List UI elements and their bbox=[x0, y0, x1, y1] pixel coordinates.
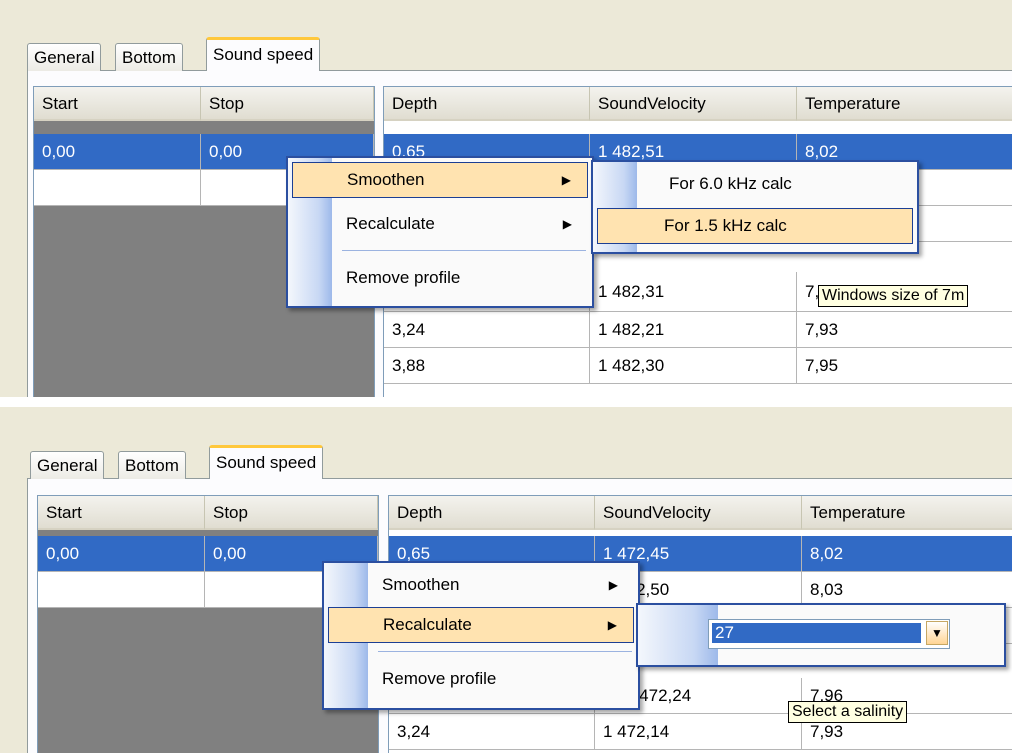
column-header-temperature[interactable]: Temperature bbox=[797, 87, 1012, 121]
submenu-arrow-icon: ▶ bbox=[561, 173, 571, 187]
salinity-combo[interactable]: 27 ▼ bbox=[708, 619, 950, 649]
menu-item-recalculate[interactable]: Recalculate ▶ bbox=[292, 206, 588, 242]
submenu-arrow-icon: ▶ bbox=[607, 618, 617, 632]
depth-cell[interactable]: 3,24 bbox=[384, 312, 590, 348]
menu-item-remove-profile[interactable]: Remove profile bbox=[292, 260, 588, 296]
menu-separator bbox=[378, 651, 632, 652]
soundvelocity-cell[interactable]: 1 482,21 bbox=[590, 312, 797, 348]
column-header-soundvelocity[interactable]: SoundVelocity bbox=[590, 87, 797, 121]
tooltip: Windows size of 7m bbox=[818, 285, 969, 307]
menu-item-1-5khz[interactable]: For 1.5 kHz calc bbox=[597, 208, 913, 244]
menu-item-6khz[interactable]: For 6.0 kHz calc bbox=[597, 166, 913, 202]
screenshot-smoothen: General Bottom Sound speed Start Stop 0,… bbox=[0, 0, 1012, 397]
submenu-arrow-icon: ▶ bbox=[608, 578, 618, 592]
profile-cell-start[interactable]: 0,00 bbox=[34, 134, 201, 170]
profile-cell-start[interactable] bbox=[38, 572, 205, 608]
tab-general[interactable]: General bbox=[30, 451, 105, 479]
salinity-value[interactable]: 27 bbox=[711, 622, 922, 644]
tab-sound-speed[interactable]: Sound speed bbox=[209, 445, 324, 479]
smoothen-submenu: For 6.0 kHz calc For 1.5 kHz calc bbox=[591, 160, 919, 254]
menu-item-label: Recalculate bbox=[383, 615, 472, 634]
menu-item-remove-profile[interactable]: Remove profile bbox=[328, 661, 634, 697]
temperature-cell[interactable]: 7,93 bbox=[797, 312, 1012, 348]
soundvelocity-cell[interactable]: 1 472,14 bbox=[595, 714, 802, 750]
context-menu: Smoothen ▶ Recalculate ▶ Remove profile bbox=[286, 156, 594, 308]
dropdown-arrow-icon[interactable]: ▼ bbox=[926, 621, 948, 645]
recalculate-submenu: 27 ▼ bbox=[636, 603, 1006, 667]
depth-cell[interactable]: 3,88 bbox=[384, 348, 590, 384]
screenshot-recalculate: General Bottom Sound speed Start Stop 0,… bbox=[0, 407, 1012, 753]
column-header-soundvelocity[interactable]: SoundVelocity bbox=[595, 496, 802, 530]
column-header-start[interactable]: Start bbox=[34, 87, 201, 121]
tab-bottom[interactable]: Bottom bbox=[118, 451, 186, 479]
soundvelocity-cell[interactable]: 1 482,30 bbox=[590, 348, 797, 384]
menu-separator bbox=[342, 250, 586, 251]
menu-item-smoothen[interactable]: Smoothen ▶ bbox=[328, 567, 634, 603]
menu-icon-strip bbox=[638, 605, 718, 665]
tab-bottom[interactable]: Bottom bbox=[115, 43, 183, 71]
depth-cell[interactable]: 3,24 bbox=[389, 714, 595, 750]
menu-item-label: Smoothen bbox=[382, 575, 460, 594]
temperature-cell[interactable]: 7,95 bbox=[797, 348, 1012, 384]
menu-item-label: Smoothen bbox=[347, 170, 425, 189]
tab-sound-speed[interactable]: Sound speed bbox=[206, 37, 321, 71]
tooltip: Select a salinity bbox=[788, 701, 908, 723]
profile-cell-start[interactable]: 0,00 bbox=[38, 536, 205, 572]
column-header-depth[interactable]: Depth bbox=[389, 496, 595, 530]
column-header-start[interactable]: Start bbox=[38, 496, 205, 530]
submenu-arrow-icon: ▶ bbox=[562, 217, 572, 231]
temperature-cell[interactable]: 8,02 bbox=[802, 536, 1012, 572]
menu-item-smoothen[interactable]: Smoothen ▶ bbox=[292, 162, 588, 198]
column-header-temperature[interactable]: Temperature bbox=[802, 496, 1012, 530]
profile-cell-start[interactable] bbox=[34, 170, 201, 206]
column-header-stop[interactable]: Stop bbox=[201, 87, 374, 121]
column-header-stop[interactable]: Stop bbox=[205, 496, 378, 530]
tab-general[interactable]: General bbox=[27, 43, 102, 71]
soundvelocity-cell[interactable]: 1 482,31 bbox=[590, 272, 797, 312]
context-menu: Smoothen ▶ Recalculate ▶ Remove profile bbox=[322, 561, 640, 710]
column-header-depth[interactable]: Depth bbox=[384, 87, 590, 121]
menu-item-recalculate[interactable]: Recalculate ▶ bbox=[328, 607, 634, 643]
menu-item-label: Recalculate bbox=[346, 214, 435, 233]
